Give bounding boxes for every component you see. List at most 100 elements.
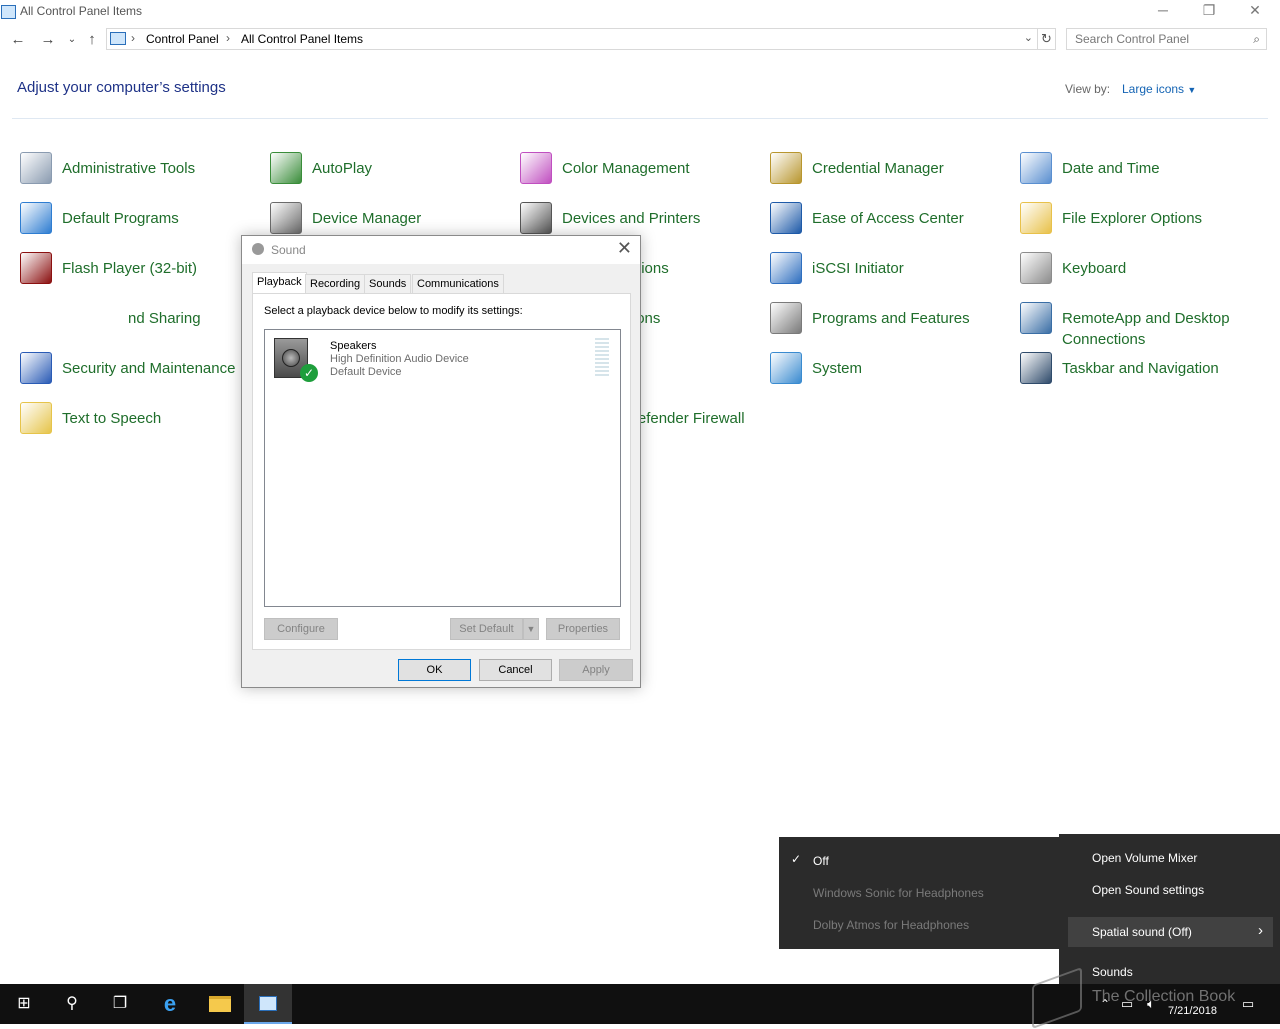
search-icon[interactable]: ⚲ bbox=[48, 984, 96, 1024]
up-arrow-icon[interactable]: ↑ bbox=[82, 30, 102, 50]
control-panel-item-label: AutoPlay bbox=[312, 160, 373, 177]
breadcrumb-all-items[interactable]: All Control Panel Items bbox=[241, 32, 363, 46]
caret-down-icon: ▼ bbox=[1187, 85, 1197, 95]
menu-item-open-sound-settings[interactable]: Open Sound settings bbox=[1092, 883, 1204, 897]
control-panel-item[interactable]: Date and Time bbox=[1020, 150, 1260, 194]
control-panel-item-label: Default Programs bbox=[62, 210, 179, 227]
control-panel-item[interactable]: AutoPlay bbox=[270, 150, 510, 194]
programs-features-icon bbox=[770, 302, 802, 334]
checkmark-icon: ✓ bbox=[791, 852, 802, 866]
admin-tools-icon bbox=[20, 152, 52, 184]
taskbar-navigation-icon bbox=[1020, 352, 1052, 384]
control-panel-item[interactable]: Programs and Features bbox=[770, 300, 1010, 344]
menu-item-windows-sonic[interactable]: Windows Sonic for Headphones bbox=[813, 886, 984, 900]
page-title: Adjust your computer’s settings bbox=[17, 79, 226, 96]
color-management-icon bbox=[520, 152, 552, 184]
ok-button[interactable]: OK bbox=[398, 659, 471, 681]
credential-manager-icon bbox=[770, 152, 802, 184]
chevron-right-icon: › bbox=[1258, 922, 1263, 939]
control-panel-item[interactable]: Credential Manager bbox=[770, 150, 1010, 194]
apply-button[interactable]: Apply bbox=[559, 659, 633, 681]
control-panel-item[interactable]: RemoteApp and Desktop Connections bbox=[1020, 300, 1260, 348]
device-status: Default Device bbox=[330, 366, 402, 378]
address-toolbar: ← → ⌄ ↑ › Control Panel › All Control Pa… bbox=[0, 26, 1280, 54]
close-button[interactable]: ✕ bbox=[1232, 0, 1278, 24]
address-bar[interactable]: › Control Panel › All Control Panel Item… bbox=[106, 28, 1038, 50]
task-view-icon[interactable]: ❐ bbox=[96, 984, 144, 1024]
menu-item-off[interactable]: Off bbox=[813, 854, 829, 868]
control-panel-item-label: iSCSI Initiator bbox=[812, 260, 904, 277]
default-check-icon: ✓ bbox=[300, 364, 318, 382]
control-panel-item-label: Flash Player (32-bit) bbox=[62, 260, 198, 277]
system-icon bbox=[770, 352, 802, 384]
control-panel-item[interactable]: System bbox=[770, 350, 1010, 394]
device-list[interactable]: ✓ Speakers High Definition Audio Device … bbox=[264, 329, 621, 607]
control-panel-item-label: Credential Manager bbox=[812, 160, 944, 177]
control-panel-item[interactable]: Text to Speech bbox=[20, 400, 260, 444]
spatial-sound-submenu: ✓ Off Windows Sonic for Headphones Dolby… bbox=[779, 837, 1059, 949]
search-input[interactable]: Search Control Panel ⌕ bbox=[1066, 28, 1267, 50]
control-panel-taskbar-icon[interactable] bbox=[244, 984, 292, 1024]
tab-sounds[interactable]: Sounds bbox=[364, 274, 412, 294]
breadcrumb-control-panel[interactable]: Control Panel bbox=[146, 32, 219, 46]
set-default-button[interactable]: Set Default bbox=[450, 618, 523, 640]
control-panel-item-label: Text to Speech bbox=[62, 410, 162, 427]
clock-date[interactable]: 7/21/2018 bbox=[1168, 1005, 1217, 1017]
control-panel-item-label: Devices and Printers bbox=[562, 210, 701, 227]
control-panel-icon bbox=[1, 5, 16, 19]
set-default-dropdown-icon[interactable]: ▼ bbox=[523, 618, 539, 640]
control-panel-item[interactable]: Ease of Access Center bbox=[770, 200, 1010, 244]
date-time-icon bbox=[1020, 152, 1052, 184]
menu-item-spatial-sound[interactable]: Spatial sound (Off) › bbox=[1068, 917, 1273, 947]
recent-dropdown-icon[interactable]: ⌄ bbox=[62, 30, 82, 50]
notifications-icon[interactable]: ▭ bbox=[1236, 984, 1260, 1024]
breadcrumb-separator: › bbox=[131, 31, 135, 45]
control-panel-item[interactable]: iSCSI Initiator bbox=[770, 250, 1010, 294]
tab-communications[interactable]: Communications bbox=[412, 274, 504, 294]
forward-arrow-icon[interactable]: → bbox=[38, 30, 58, 50]
search-icon: ⌕ bbox=[1253, 32, 1260, 46]
title-bar: All Control Panel Items ─ ❐ ✕ bbox=[0, 0, 1280, 24]
control-panel-item[interactable]: Security and Maintenance bbox=[20, 350, 260, 394]
tab-playback[interactable]: Playback bbox=[252, 272, 307, 295]
instruction-text: Select a playback device below to modify… bbox=[264, 305, 523, 317]
playback-panel: Select a playback device below to modify… bbox=[252, 293, 631, 650]
watermark-text: The Collection Book bbox=[1092, 988, 1236, 1005]
internet-explorer-icon[interactable]: e bbox=[146, 984, 194, 1024]
control-panel-item-label: Administrative Tools bbox=[62, 160, 196, 177]
menu-item-sounds[interactable]: Sounds bbox=[1092, 965, 1133, 979]
back-arrow-icon[interactable]: ← bbox=[8, 30, 28, 50]
device-name[interactable]: Speakers bbox=[330, 340, 376, 353]
minimize-button[interactable]: ─ bbox=[1140, 0, 1186, 24]
volume-context-menu: Open Volume Mixer Open Sound settings Sp… bbox=[1059, 834, 1280, 996]
control-panel-item-label: System bbox=[812, 360, 863, 377]
breadcrumb-separator: › bbox=[226, 31, 230, 45]
control-panel-item-label: Color Management bbox=[562, 160, 690, 177]
taskbar: ⊞ ⚲ ❐ e ⌃ ▭ 🔈︎ ▭ bbox=[0, 984, 1280, 1024]
control-panel-item-label: Keyboard bbox=[1062, 260, 1127, 277]
control-panel-item-label: Ease of Access Center bbox=[812, 210, 964, 227]
view-by-label: View by: bbox=[1065, 82, 1111, 96]
cancel-button[interactable]: Cancel bbox=[479, 659, 552, 681]
dialog-close-button[interactable]: ✕ bbox=[617, 238, 632, 259]
control-panel-item[interactable]: Flash Player (32-bit) bbox=[20, 250, 260, 294]
control-panel-item[interactable]: File Explorer Options bbox=[1020, 200, 1260, 244]
control-panel-item[interactable]: Taskbar and Navigation bbox=[1020, 350, 1260, 394]
menu-item-open-volume-mixer[interactable]: Open Volume Mixer bbox=[1092, 851, 1197, 865]
start-icon[interactable]: ⊞ bbox=[0, 984, 48, 1024]
properties-button[interactable]: Properties bbox=[546, 618, 620, 640]
chevron-down-icon[interactable]: ⌄ bbox=[1024, 31, 1033, 44]
refresh-icon[interactable]: ↻ bbox=[1038, 28, 1056, 50]
control-panel-item[interactable]: Default Programs bbox=[20, 200, 260, 244]
remoteapp-icon bbox=[1020, 302, 1052, 334]
control-panel-item[interactable]: Keyboard bbox=[1020, 250, 1260, 294]
default-programs-icon bbox=[20, 202, 52, 234]
menu-item-dolby-atmos[interactable]: Dolby Atmos for Headphones bbox=[813, 918, 969, 932]
control-panel-item[interactable]: Color Management bbox=[520, 150, 760, 194]
restore-button[interactable]: ❐ bbox=[1186, 0, 1232, 24]
view-by-dropdown[interactable]: Large icons ▼ bbox=[1122, 82, 1196, 96]
file-explorer-icon[interactable] bbox=[195, 984, 243, 1024]
control-panel-item[interactable]: Administrative Tools bbox=[20, 150, 260, 194]
configure-button[interactable]: Configure bbox=[264, 618, 338, 640]
tab-recording[interactable]: Recording bbox=[305, 274, 366, 294]
